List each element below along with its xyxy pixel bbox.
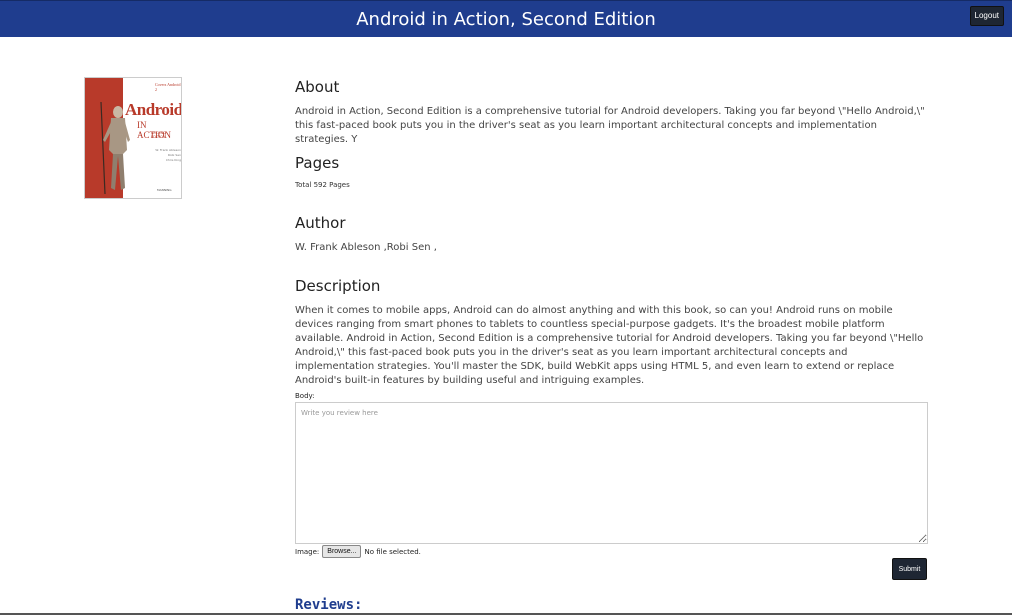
book-cover-image: Covers Android 2 Android IN ACTION SECON… <box>84 77 182 199</box>
top-navbar: Android in Action, Second Edition Logout <box>0 0 1012 37</box>
file-status-text: No file selected. <box>364 547 421 556</box>
image-upload-row: Image: Browse... No file selected. <box>295 545 421 558</box>
logout-button[interactable]: Logout <box>969 6 1004 26</box>
cover-authors: W. Frank Ableson Robi Sen Chris King <box>155 148 181 163</box>
description-heading: Description <box>295 277 381 295</box>
pages-count: Total 592 Pages <box>295 181 350 189</box>
about-section: About Android in Action, Second Edition … <box>295 78 927 147</box>
about-text: Android in Action, Second Edition is a c… <box>295 106 925 145</box>
cover-author-line: Chris King <box>165 158 181 162</box>
description-section: Description When it comes to mobile apps… <box>295 277 927 388</box>
cover-title-text: Android <box>125 100 182 119</box>
review-body-label: Body: <box>295 392 315 400</box>
author-heading: Author <box>295 214 346 232</box>
pages-heading: Pages <box>295 154 340 172</box>
image-label: Image: <box>295 547 320 556</box>
about-heading: About <box>295 78 340 96</box>
page-title: Android in Action, Second Edition <box>356 9 656 30</box>
cover-small-text: Covers Android 2 <box>155 82 181 92</box>
review-body-input[interactable] <box>295 402 928 544</box>
browse-file-button[interactable]: Browse... <box>322 545 362 558</box>
cover-publisher-text: MANNING <box>157 188 172 192</box>
author-names: W. Frank Ableson ,Robi Sen , <box>295 242 437 253</box>
submit-review-button[interactable]: Submit <box>892 558 927 580</box>
pages-section: Pages Total 592 Pages <box>295 154 927 189</box>
author-section: Author W. Frank Ableson ,Robi Sen , <box>295 214 927 255</box>
description-text: When it comes to mobile apps, Android ca… <box>295 305 924 386</box>
reviews-heading: Reviews: <box>295 597 363 613</box>
cover-edition-text: SECOND EDITION <box>151 131 166 139</box>
